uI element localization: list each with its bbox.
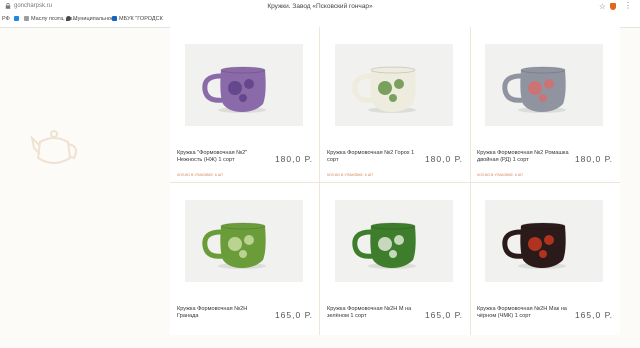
pack-quantity: КОЛ-ВО В УПАКОВКЕ: 6 ШТ <box>177 173 224 177</box>
pack-quantity: КОЛ-ВО В УПАКОВКЕ: 6 ШТ <box>327 173 374 177</box>
yandex-protect-icon[interactable] <box>610 3 616 10</box>
mug-image <box>352 222 416 269</box>
bookmarks-bar: РФ Маслу поэта, по... Муниципальное МБУК… <box>0 14 640 26</box>
page-icon <box>24 16 29 22</box>
product-name[interactable]: Кружка Формовочная №2Н Гранада <box>177 306 269 320</box>
product-card[interactable]: Кружка Формовочная №2 Ромашка двойная (Р… <box>470 27 620 192</box>
menu-icon[interactable]: ⋮ <box>624 1 632 10</box>
product-card[interactable]: Кружка Формовочная №2Н Мак на чёрном (ЧМ… <box>470 183 620 348</box>
mug-image <box>502 222 566 269</box>
product-card[interactable]: Кружка Формовочная №2Н Гранада 165,0 Р. <box>170 183 320 348</box>
product-photo[interactable] <box>185 44 303 126</box>
product-grid: Кружка "Формовочная №2" Нежность (НЖ) 1 … <box>170 27 620 335</box>
bookmark-item[interactable]: РФ <box>2 16 10 22</box>
product-card[interactable]: Кружка "Формовочная №2" Нежность (НЖ) 1 … <box>170 27 320 192</box>
product-name[interactable]: Кружка Формовочная №2 Горох 1 сорт <box>327 150 419 164</box>
product-price: 180,0 Р. <box>424 154 463 164</box>
product-price: 180,0 Р. <box>574 154 613 164</box>
teapot-watermark-icon <box>30 130 77 164</box>
bookmark-item[interactable]: Муниципальное <box>66 16 114 22</box>
address-bar[interactable]: goncharpsk.ru Кружки. Завод «Псковский г… <box>0 0 640 14</box>
product-photo[interactable] <box>335 200 453 282</box>
mug-image <box>202 222 266 269</box>
product-price: 165,0 Р. <box>274 310 313 320</box>
bookmark-star-icon[interactable]: ☆ <box>599 2 606 11</box>
bookmark-item[interactable]: МБУК "ГОРОДСК <box>112 16 163 22</box>
mug-image <box>202 66 266 113</box>
page-title: Кружки. Завод «Псковский гончар» <box>267 3 373 10</box>
product-photo[interactable] <box>185 200 303 282</box>
bookmark-item[interactable] <box>14 16 21 22</box>
product-name[interactable]: Кружка Формовочная №2 Ромашка двойная (Р… <box>477 150 569 164</box>
product-photo[interactable] <box>335 44 453 126</box>
product-price: 165,0 Р. <box>424 310 463 320</box>
product-price: 165,0 Р. <box>574 310 613 320</box>
location-pin-icon <box>66 16 71 22</box>
product-price: 180,0 Р. <box>274 154 313 164</box>
product-card[interactable]: Кружка Формовочная №2 Горох 1 сорт 180,0… <box>320 27 470 192</box>
product-photo[interactable] <box>485 200 603 282</box>
bookmark-label: МБУК "ГОРОДСК <box>119 16 163 22</box>
gosuslugi-icon <box>14 16 19 22</box>
mug-image <box>352 66 416 113</box>
product-card[interactable]: Кружка Формовочная №2Н М на зелёном 1 со… <box>320 183 470 348</box>
product-name[interactable]: Кружка Формовочная №2Н М на зелёном 1 со… <box>327 306 419 320</box>
vk-icon <box>112 16 117 22</box>
product-photo[interactable] <box>485 44 603 126</box>
browser-chrome: goncharpsk.ru Кружки. Завод «Псковский г… <box>0 0 640 28</box>
pack-quantity: КОЛ-ВО В УПАКОВКЕ: 6 ШТ <box>477 173 524 177</box>
bookmark-label: РФ <box>2 16 10 22</box>
product-name[interactable]: Кружка "Формовочная №2" Нежность (НЖ) 1 … <box>177 150 269 164</box>
mug-image <box>502 66 566 113</box>
product-name[interactable]: Кружка Формовочная №2Н Мак на чёрном (ЧМ… <box>477 306 569 320</box>
bookmark-label: Муниципальное <box>73 16 114 22</box>
